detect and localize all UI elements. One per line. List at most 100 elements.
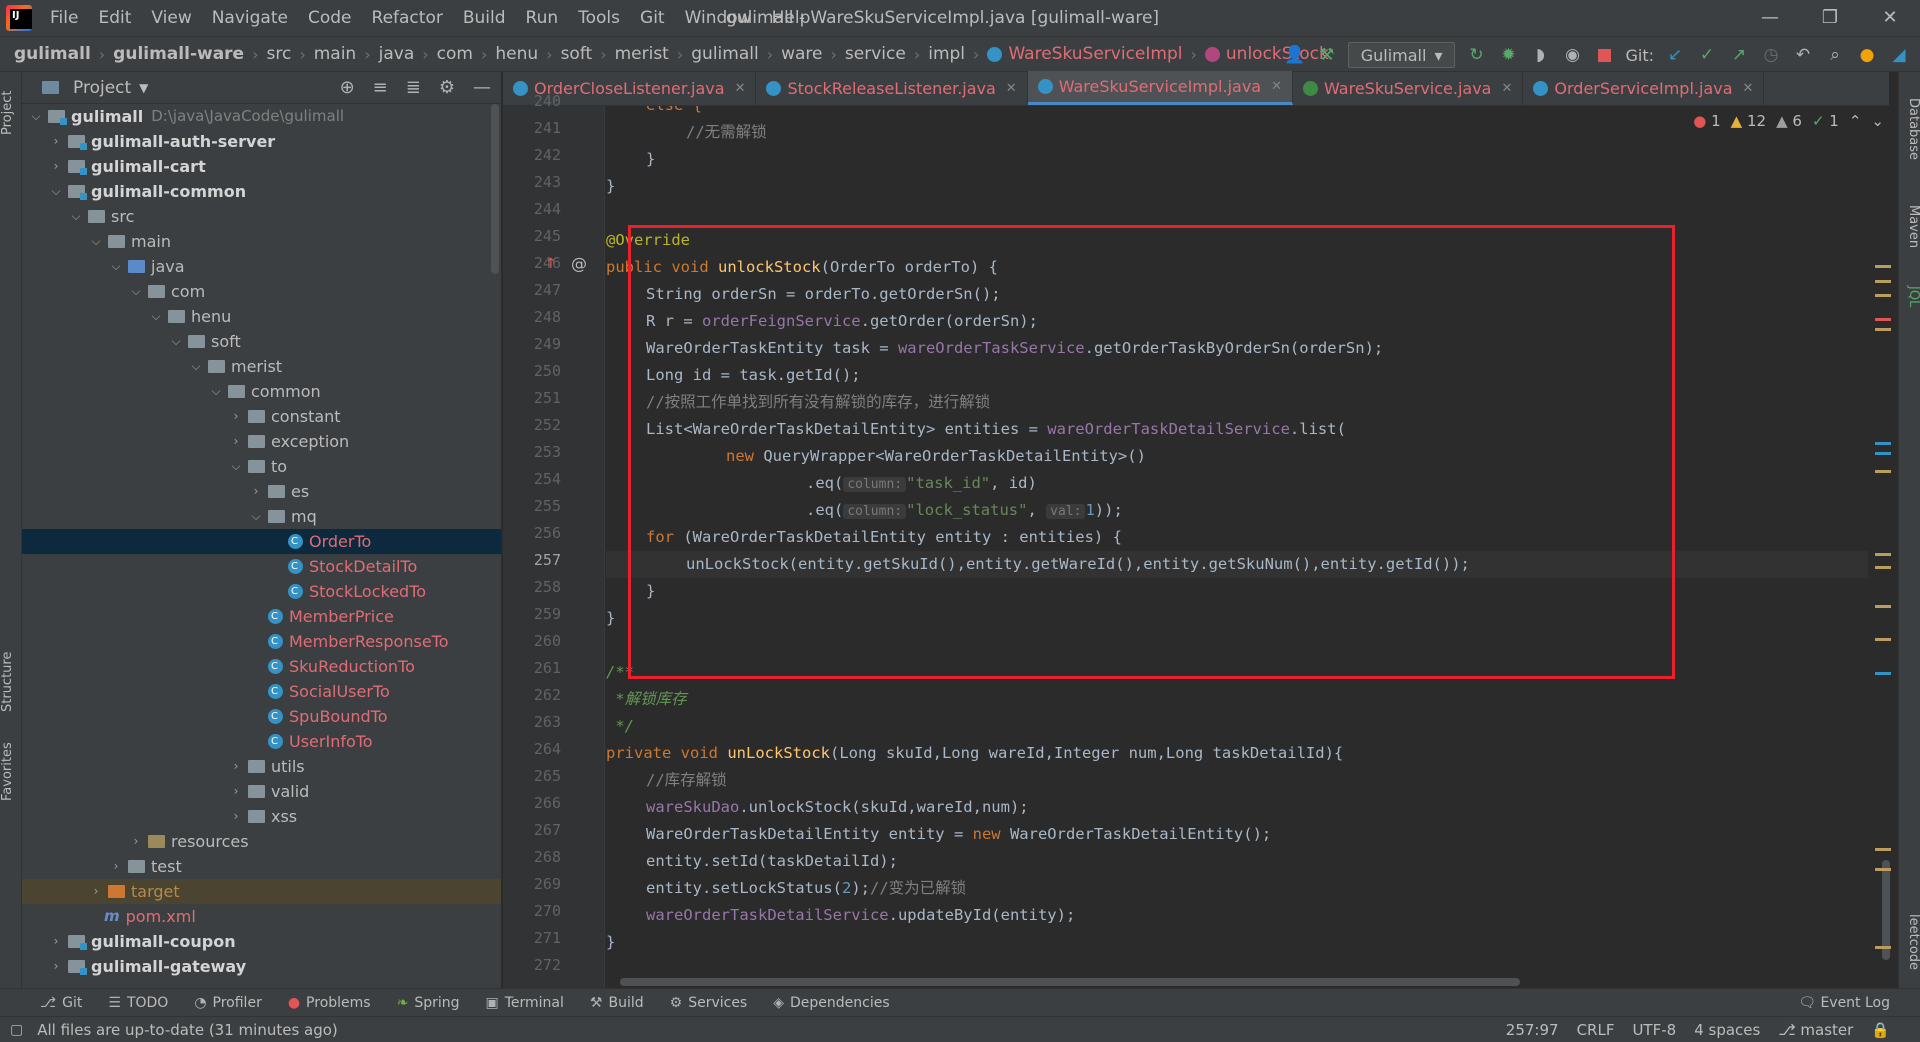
tab-ware-sku-service-impl[interactable]: WareSkuServiceImpl.java ✕ bbox=[1027, 71, 1293, 105]
minimize-icon[interactable]: — bbox=[1740, 0, 1800, 36]
chevron-down-icon[interactable]: ⌵ bbox=[148, 304, 164, 329]
chevron-right-icon[interactable]: › bbox=[88, 879, 104, 904]
tree-item[interactable]: ⌵ soft bbox=[22, 329, 501, 354]
git-tool-button[interactable]: ⎇ Git bbox=[40, 995, 82, 1011]
search-icon[interactable]: ⌕ bbox=[1824, 44, 1846, 66]
menu-refactor[interactable]: Refactor bbox=[362, 0, 453, 36]
tree-item[interactable]: UserInfoTo bbox=[22, 729, 501, 754]
file-encoding[interactable]: UTF-8 bbox=[1632, 1017, 1676, 1042]
profiler-tool-button[interactable]: ◔ Profiler bbox=[194, 995, 262, 1011]
tree-item[interactable]: › test bbox=[22, 854, 501, 879]
chevron-down-icon[interactable]: ⌵ bbox=[88, 229, 104, 254]
terminal-tool-button[interactable]: ▣ Terminal bbox=[486, 995, 564, 1011]
menu-tools[interactable]: Tools bbox=[568, 0, 630, 36]
status-message[interactable]: All files are up-to-date (31 minutes ago… bbox=[37, 1021, 338, 1039]
close-window-icon[interactable]: ✕ bbox=[1860, 0, 1920, 36]
code-editor[interactable]: else { //无需解锁 } } @Override public void … bbox=[606, 106, 1868, 978]
chevron-down-icon[interactable]: ⌵ bbox=[108, 254, 124, 279]
locate-icon[interactable]: ⊕ bbox=[340, 72, 355, 104]
git-update-icon[interactable]: ↙ bbox=[1664, 44, 1686, 66]
stripe-marker[interactable] bbox=[1875, 638, 1891, 641]
tree-item[interactable]: SkuReductionTo bbox=[22, 654, 501, 679]
crumb-gulimall-ware[interactable]: gulimall-ware bbox=[113, 44, 244, 64]
tree-item[interactable]: StockLockedTo bbox=[22, 579, 501, 604]
chevron-down-icon[interactable]: ⌵ bbox=[228, 454, 244, 479]
stripe-marker[interactable] bbox=[1875, 868, 1891, 871]
close-icon[interactable]: ✕ bbox=[1743, 81, 1754, 96]
chevron-down-icon[interactable]: ⌵ bbox=[48, 179, 64, 204]
run-config-select[interactable]: Gulimall ▾ bbox=[1347, 42, 1456, 68]
restore-icon[interactable]: ❐ bbox=[1800, 0, 1860, 36]
rerun-icon[interactable]: ↻ bbox=[1465, 44, 1487, 66]
chevron-down-icon[interactable]: ⌵ bbox=[28, 104, 44, 129]
crumb-java[interactable]: java bbox=[379, 44, 415, 64]
crumb-class[interactable]: WareSkuServiceImpl bbox=[987, 44, 1182, 64]
chevron-right-icon[interactable]: › bbox=[48, 929, 64, 954]
tree-item[interactable]: ⌵ main bbox=[22, 229, 501, 254]
tree-item[interactable]: › gulimall-gateway bbox=[22, 954, 501, 979]
crumb-henu[interactable]: henu bbox=[495, 44, 538, 64]
rollback-icon[interactable]: ↶ bbox=[1792, 44, 1814, 66]
line-separator[interactable]: CRLF bbox=[1577, 1017, 1615, 1042]
hide-icon[interactable]: — bbox=[473, 72, 491, 104]
crumb-service[interactable]: service bbox=[845, 44, 906, 64]
todo-tool-button[interactable]: ☰ TODO bbox=[108, 995, 168, 1011]
crumb-gulimall-pkg[interactable]: gulimall bbox=[691, 44, 758, 64]
stripe-marker[interactable] bbox=[1875, 294, 1891, 297]
tree-item[interactable]: ⌵ src bbox=[22, 204, 501, 229]
problems-tool-button[interactable]: ● Problems bbox=[288, 995, 371, 1011]
tree-item[interactable]: › xss bbox=[22, 804, 501, 829]
crumb-gulimall[interactable]: gulimall bbox=[14, 44, 91, 64]
chevron-down-icon[interactable]: ⌵ bbox=[168, 329, 184, 354]
tree-item[interactable]: ⌵ gulimall-common bbox=[22, 179, 501, 204]
build-tool-button[interactable]: ⚒ Build bbox=[590, 995, 644, 1011]
tree-item[interactable]: MemberResponseTo bbox=[22, 629, 501, 654]
tree-item[interactable]: MemberPrice bbox=[22, 604, 501, 629]
tree-item[interactable]: StockDetailTo bbox=[22, 554, 501, 579]
git-commit-icon[interactable]: ✓ bbox=[1696, 44, 1718, 66]
maven-tool-tab[interactable]: Maven bbox=[1899, 197, 1920, 257]
tree-item[interactable]: › constant bbox=[22, 404, 501, 429]
stripe-marker[interactable] bbox=[1875, 328, 1891, 331]
tree-item[interactable]: › target bbox=[22, 879, 501, 904]
git-push-icon[interactable]: ↗ bbox=[1728, 44, 1750, 66]
stripe-marker[interactable] bbox=[1875, 452, 1891, 455]
close-icon[interactable]: ✕ bbox=[1006, 81, 1017, 96]
jql-tool-tab[interactable]: JQL bbox=[1899, 272, 1920, 322]
coverage-icon[interactable]: ◗ bbox=[1529, 44, 1551, 66]
tree-item[interactable]: ⌵ com bbox=[22, 279, 501, 304]
menu-file[interactable]: File bbox=[40, 0, 88, 36]
indent-setting[interactable]: 4 spaces bbox=[1694, 1017, 1760, 1042]
database-tool-tab[interactable]: Database bbox=[1899, 84, 1920, 174]
tab-ware-sku-service[interactable]: WareSkuService.java ✕ bbox=[1293, 71, 1524, 105]
crumb-com[interactable]: com bbox=[437, 44, 473, 64]
services-tool-button[interactable]: ⚙ Services bbox=[670, 995, 748, 1011]
crumb-ware[interactable]: ware bbox=[781, 44, 822, 64]
tree-item[interactable]: ⌵ to bbox=[22, 454, 501, 479]
chevron-right-icon[interactable]: › bbox=[48, 954, 64, 979]
menu-edit[interactable]: Edit bbox=[88, 0, 141, 36]
chevron-right-icon[interactable]: › bbox=[228, 754, 244, 779]
close-icon[interactable]: ✕ bbox=[1271, 79, 1282, 94]
favorites-tool-tab[interactable]: Favorites bbox=[0, 732, 22, 812]
close-icon[interactable]: ✕ bbox=[735, 81, 746, 96]
tree-item-selected[interactable]: OrderTo bbox=[22, 529, 501, 554]
stripe-marker[interactable] bbox=[1875, 318, 1891, 321]
stripe-marker[interactable] bbox=[1875, 442, 1891, 445]
event-log-button[interactable]: 🗨 Event Log bbox=[1798, 989, 1890, 1017]
chevron-right-icon[interactable]: › bbox=[108, 854, 124, 879]
caret-position[interactable]: 257:97 bbox=[1506, 1017, 1559, 1042]
menu-build[interactable]: Build bbox=[453, 0, 516, 36]
tree-item[interactable]: › utils bbox=[22, 754, 501, 779]
toggle-tool-windows-icon[interactable]: ▢ bbox=[10, 1022, 23, 1038]
tree-item[interactable]: › valid bbox=[22, 779, 501, 804]
tree-item[interactable]: › es bbox=[22, 479, 501, 504]
close-icon[interactable]: ✕ bbox=[1501, 81, 1512, 96]
tab-stock-release-listener[interactable]: StockReleaseListener.java ✕ bbox=[756, 71, 1028, 105]
menu-navigate[interactable]: Navigate bbox=[202, 0, 298, 36]
stop-icon[interactable]: ■ bbox=[1593, 44, 1615, 66]
tree-item[interactable]: m pom.xml bbox=[22, 904, 501, 929]
git-branch[interactable]: ⎇ master bbox=[1778, 1017, 1853, 1042]
stripe-marker[interactable] bbox=[1875, 672, 1891, 675]
chevron-right-icon[interactable]: › bbox=[228, 429, 244, 454]
